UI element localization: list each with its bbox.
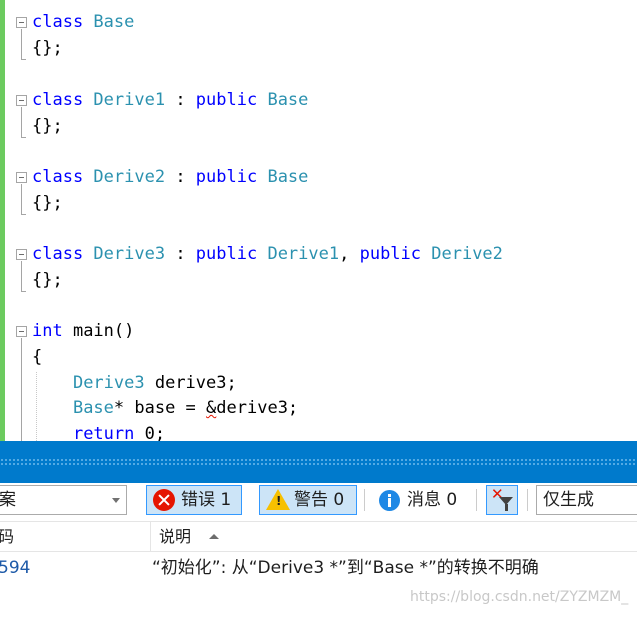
code-line[interactable]: return 0; — [32, 422, 165, 441]
outline-line — [21, 261, 22, 291]
outline-end — [21, 214, 26, 215]
outline-end — [21, 291, 26, 292]
code-line[interactable]: class Base — [32, 10, 134, 34]
code-token: {}; — [32, 193, 63, 213]
build-filter-value: 仅生成 — [543, 490, 594, 510]
code-line[interactable]: Base* base = &derive3; — [32, 396, 298, 420]
type-token: Derive1 — [93, 90, 166, 110]
code-line[interactable]: {}; — [32, 114, 63, 138]
code-line[interactable]: {}; — [32, 268, 63, 292]
type-token: Base — [93, 12, 135, 32]
code-token: {}; — [32, 270, 63, 290]
keyword-token: class — [32, 12, 94, 32]
code-editor[interactable]: class Base {}; class Derive1 : public Base… — [0, 0, 637, 441]
code-token: , — [339, 244, 360, 264]
outline-line — [21, 107, 22, 137]
code-token: * base = — [113, 398, 207, 418]
collapse-icon[interactable] — [16, 326, 27, 337]
watermark: https://blog.csdn.net/ZYZMZM_ — [410, 589, 629, 605]
code-token: main() — [62, 321, 135, 341]
toolbar-separator — [527, 489, 528, 511]
error-squiggle-token: & — [206, 398, 217, 418]
column-header-description[interactable]: 说明 — [159, 522, 191, 552]
messages-filter-label: 消息 0 — [407, 490, 458, 510]
code-token: {}; — [32, 38, 63, 58]
collapse-icon[interactable] — [16, 249, 27, 260]
collapse-icon[interactable] — [16, 95, 27, 106]
clear-filter-button[interactable]: ✕ — [486, 485, 518, 515]
outline-end — [21, 59, 26, 60]
column-separator[interactable] — [150, 522, 151, 552]
error-circle-icon — [153, 489, 175, 511]
title-bar-grip[interactable] — [0, 458, 637, 466]
code-token: { — [32, 347, 43, 367]
keyword-token: return — [72, 424, 135, 441]
type-token: Derive2 — [93, 167, 166, 187]
code-token: derive3; — [144, 373, 237, 393]
keyword-token: class — [32, 90, 94, 110]
tool-window-title-bar[interactable] — [0, 441, 637, 483]
toolbar-separator — [476, 489, 477, 511]
funnel-stem — [505, 504, 508, 511]
warnings-filter-label: 警告 0 — [294, 490, 345, 510]
info-circle-icon — [379, 490, 400, 511]
error-list-column-headers: 码 说明 — [0, 521, 637, 552]
code-line[interactable]: class Derive3 : public Derive1, public D… — [32, 242, 503, 266]
keyword-token: public — [195, 90, 268, 110]
change-tracking-bar — [0, 0, 5, 441]
keyword-token: int — [32, 321, 63, 341]
code-line[interactable]: {}; — [32, 191, 63, 215]
code-line[interactable]: Derive3 derive3; — [32, 371, 237, 395]
code-token: : — [165, 244, 196, 264]
code-line[interactable]: int main() — [32, 319, 134, 343]
type-token: Derive1 — [267, 244, 340, 264]
type-token: Derive3 — [72, 373, 145, 393]
type-token: Base — [267, 90, 309, 110]
build-filter-dropdown[interactable]: 仅生成 — [536, 485, 637, 515]
errors-filter-button[interactable]: 错误 1 — [146, 485, 242, 515]
code-token: derive3; — [216, 398, 299, 418]
outline-line — [21, 29, 22, 59]
type-token: Base — [267, 167, 309, 187]
code-line[interactable]: {}; — [32, 36, 63, 60]
type-token: Derive2 — [431, 244, 503, 264]
code-token: 0; — [134, 424, 166, 441]
outline-end — [21, 137, 26, 138]
scope-dropdown[interactable]: 案 — [0, 485, 127, 515]
collapse-icon[interactable] — [16, 172, 27, 183]
warning-mark: ! — [276, 494, 282, 508]
error-description-cell: “初始化”: 从“Derive3 *”到“Base *”的转换不明确 — [152, 558, 539, 578]
error-list-toolbar: 案 错误 1 ! 警告 0 消息 0 ✕ 仅生成 — [0, 483, 637, 519]
type-token: Derive3 — [93, 244, 166, 264]
outline-line — [21, 184, 22, 214]
column-header-code[interactable]: 码 — [0, 522, 14, 552]
keyword-token: public — [195, 244, 268, 264]
messages-filter-button[interactable]: 消息 0 — [372, 485, 470, 515]
type-token: Base — [72, 398, 114, 418]
code-token: : — [165, 90, 196, 110]
code-line[interactable]: class Derive2 : public Base — [32, 165, 308, 189]
table-row[interactable]: 594 “初始化”: 从“Derive3 *”到“Base *”的转换不明确 — [0, 552, 637, 586]
code-token: : — [165, 167, 196, 187]
collapse-icon[interactable] — [16, 17, 27, 28]
chevron-down-icon — [112, 498, 120, 503]
code-line[interactable]: { — [32, 345, 42, 369]
keyword-token: class — [32, 244, 94, 264]
error-code-cell[interactable]: 594 — [0, 552, 30, 584]
errors-filter-label: 错误 1 — [181, 490, 232, 510]
keyword-token: public — [195, 167, 268, 187]
warnings-filter-button[interactable]: ! 警告 0 — [259, 485, 357, 515]
code-token: {}; — [32, 116, 63, 136]
keyword-token: public — [359, 244, 432, 264]
toolbar-separator — [364, 489, 365, 511]
keyword-token: class — [32, 167, 94, 187]
sort-ascending-icon — [209, 534, 219, 539]
code-line[interactable]: class Derive1 : public Base — [32, 88, 308, 112]
scope-value: 案 — [0, 490, 16, 510]
outline-line — [21, 338, 22, 441]
